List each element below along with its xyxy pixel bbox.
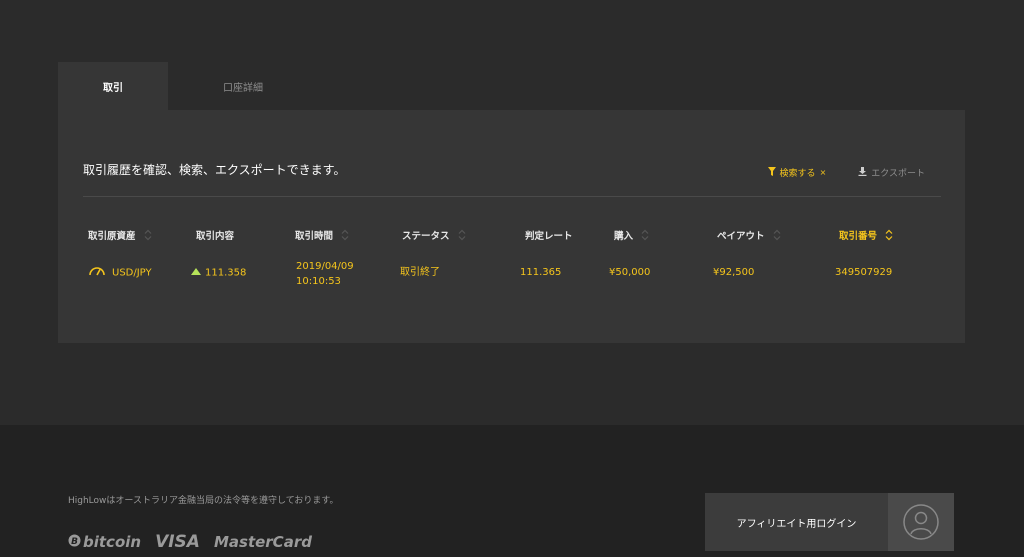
- affiliate-login-label: アフィリエイト用ログイン: [736, 518, 857, 530]
- col-header-payout[interactable]: ペイアウト: [717, 228, 781, 242]
- col-header-payout-label: ペイアウト: [717, 231, 765, 242]
- cell-purchase: ¥50,000: [609, 267, 651, 278]
- sort-chevrons-icon: [641, 229, 649, 241]
- user-avatar-icon: [888, 493, 954, 551]
- trade-history-panel: 取引履歴を確認、検索、エクスポートできます。 検索する × エクスポート 取引原資…: [58, 110, 965, 343]
- sort-chevrons-icon: [773, 229, 781, 241]
- cell-trade-id[interactable]: 349507929: [835, 265, 892, 280]
- download-icon: [858, 166, 867, 179]
- sort-chevrons-icon: [885, 229, 893, 241]
- trade-time: 10:10:53: [296, 276, 341, 287]
- cell-content: 111.358: [191, 265, 246, 281]
- col-header-time[interactable]: 取引時間: [295, 228, 349, 242]
- col-header-status[interactable]: ステータス: [402, 228, 466, 242]
- filter-label: 検索する: [779, 169, 816, 179]
- cell-time: 2019/04/09 10:10:53: [296, 259, 354, 289]
- gauge-icon: [88, 264, 106, 281]
- payment-logos: B bitcoin VISA MasterCard: [68, 532, 312, 552]
- col-header-trade-id[interactable]: 取引番号: [839, 228, 893, 242]
- bitcoin-icon: B: [68, 533, 81, 551]
- sort-chevrons-icon: [458, 229, 466, 241]
- mastercard-logo: MasterCard: [213, 533, 312, 551]
- cell-judge-rate: 111.365: [520, 267, 562, 278]
- affiliate-login-button[interactable]: アフィリエイト用ログイン: [705, 493, 954, 551]
- footer: HighLowはオーストラリア金融当局の法令等を遵守しております。 B bitc…: [0, 425, 1024, 557]
- cell-payout: ¥92,500: [713, 267, 755, 278]
- col-header-judge-rate[interactable]: 判定レート: [525, 228, 573, 242]
- col-header-content-label: 取引内容: [196, 231, 235, 242]
- col-header-status-label: ステータス: [402, 231, 450, 242]
- col-header-trade-id-label: 取引番号: [839, 231, 878, 242]
- export-label: エクスポート: [871, 169, 925, 179]
- col-header-purchase-label: 購入: [614, 231, 634, 242]
- toolbar-divider: [83, 196, 941, 197]
- col-header-purchase[interactable]: 購入: [614, 228, 649, 242]
- tab-account-details[interactable]: 口座詳細: [168, 62, 318, 110]
- main-area: 取引 口座詳細 取引履歴を確認、検索、エクスポートできます。 検索する × エクス…: [0, 0, 1024, 425]
- col-header-judge-rate-label: 判定レート: [525, 231, 573, 242]
- col-header-time-label: 取引時間: [295, 231, 334, 242]
- col-header-content[interactable]: 取引内容: [196, 228, 234, 242]
- visa-logo: VISA: [155, 532, 200, 552]
- tab-bar: 取引 口座詳細: [58, 62, 318, 110]
- footer-disclaimer: HighLowはオーストラリア金融当局の法令等を遵守しております。: [68, 496, 339, 506]
- trade-date: 2019/04/09: [296, 261, 354, 272]
- export-button[interactable]: エクスポート: [858, 166, 925, 179]
- panel-description: 取引履歴を確認、検索、エクスポートできます。: [83, 163, 346, 177]
- funnel-icon: [767, 166, 776, 179]
- panel-toolbar: 検索する × エクスポート: [767, 166, 925, 179]
- col-header-asset[interactable]: 取引原資産: [88, 228, 152, 242]
- svg-text:B: B: [71, 537, 78, 547]
- up-arrow-icon: [191, 265, 201, 280]
- bitcoin-label: bitcoin: [83, 533, 142, 551]
- tab-trades[interactable]: 取引: [58, 62, 168, 110]
- cell-asset: USD/JPY: [88, 264, 152, 281]
- filter-button[interactable]: 検索する ×: [767, 166, 827, 179]
- sort-chevrons-icon: [144, 229, 152, 241]
- filter-clear-mark[interactable]: ×: [820, 168, 827, 177]
- content-rate: 111.358: [205, 267, 247, 279]
- asset-name: USD/JPY: [112, 267, 152, 279]
- col-header-asset-label: 取引原資産: [88, 231, 136, 242]
- sort-chevrons-icon: [341, 229, 349, 241]
- cell-status: 取引終了: [400, 267, 440, 278]
- bitcoin-logo: B bitcoin: [68, 533, 141, 551]
